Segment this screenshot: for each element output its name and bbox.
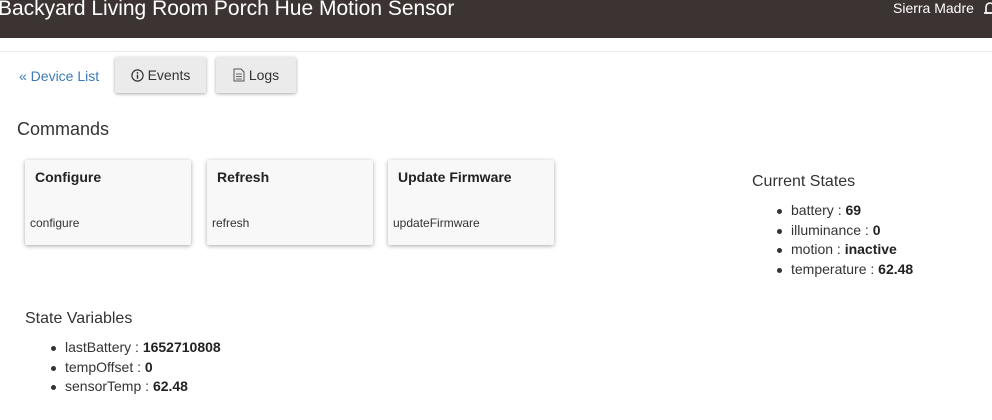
variable-item-sensor-temp: sensorTemp : 62.48 bbox=[49, 377, 221, 397]
current-states-title: Current States bbox=[752, 173, 856, 190]
events-button[interactable]: Events bbox=[115, 57, 206, 93]
command-method: updateFirmware bbox=[393, 216, 480, 230]
document-icon bbox=[233, 68, 245, 82]
state-item-battery: battery : 69 bbox=[775, 201, 913, 221]
logs-label: Logs bbox=[248, 67, 280, 83]
variable-value: 1652710808 bbox=[142, 339, 221, 355]
refresh-command-card[interactable]: Refresh refresh bbox=[207, 160, 373, 245]
state-key: temperature : bbox=[791, 261, 879, 278]
device-list-link[interactable]: « Device List bbox=[19, 68, 99, 84]
state-item-temperature: temperature : 62.48 bbox=[775, 260, 913, 280]
current-states-list: battery : 69 illuminance : 0 motion : in… bbox=[775, 201, 913, 280]
variable-key: sensorTemp : bbox=[65, 378, 153, 395]
command-name: Update Firmware bbox=[398, 169, 512, 185]
command-method: configure bbox=[30, 216, 80, 230]
update-firmware-command-card[interactable]: Update Firmware updateFirmware bbox=[388, 160, 554, 245]
variable-item-last-battery: lastBattery : 1652710808 bbox=[49, 338, 221, 358]
configure-command-card[interactable]: Configure configure bbox=[25, 160, 191, 245]
top-bar: Backyard Living Room Porch Hue Motion Se… bbox=[0, 0, 992, 38]
events-label: Events bbox=[147, 67, 191, 83]
state-key: battery : bbox=[791, 202, 846, 218]
command-name: Configure bbox=[35, 169, 102, 185]
variable-value: 0 bbox=[144, 358, 153, 375]
hub-name[interactable]: Sierra Madre bbox=[893, 0, 974, 16]
info-circle-icon bbox=[130, 68, 144, 82]
commands-title: Commands bbox=[17, 119, 110, 139]
device-title: Backyard Living Room Porch Hue Motion Se… bbox=[0, 0, 455, 20]
state-value: inactive bbox=[844, 241, 897, 258]
state-item-illuminance: illuminance : 0 bbox=[775, 221, 913, 241]
state-variables-title: State Variables bbox=[25, 310, 133, 327]
state-value: 62.48 bbox=[878, 261, 914, 278]
command-method: refresh bbox=[212, 216, 250, 230]
logs-button[interactable]: Logs bbox=[216, 57, 296, 93]
bell-icon[interactable] bbox=[984, 0, 992, 16]
state-item-motion: motion : inactive bbox=[775, 240, 913, 260]
state-value: 0 bbox=[872, 221, 881, 238]
state-value: 69 bbox=[845, 202, 862, 218]
variable-key: lastBattery : bbox=[65, 339, 143, 355]
state-key: illuminance : bbox=[791, 221, 873, 238]
header-divider bbox=[0, 51, 992, 52]
variable-value: 62.48 bbox=[152, 378, 188, 395]
variable-key: tempOffset : bbox=[65, 358, 145, 375]
variable-item-temp-offset: tempOffset : 0 bbox=[49, 358, 221, 378]
command-name: Refresh bbox=[217, 169, 270, 185]
state-key: motion : bbox=[791, 241, 845, 258]
state-variables-list: lastBattery : 1652710808 tempOffset : 0 … bbox=[49, 338, 221, 397]
